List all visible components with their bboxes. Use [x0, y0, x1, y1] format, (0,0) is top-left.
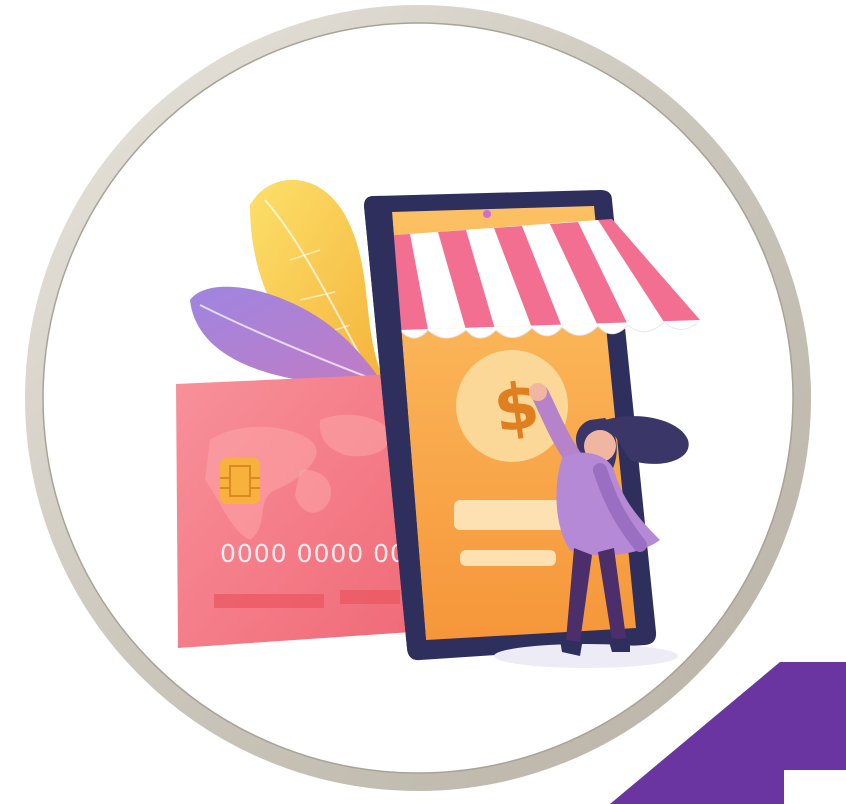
illustration-scene: 0000 0000 0000 $ — [25, 5, 846, 804]
screen-field-two — [460, 550, 556, 566]
ground-shadow — [494, 644, 678, 668]
credit-card-icon — [176, 374, 412, 648]
card-chip-icon — [220, 458, 260, 504]
card-stripe-left — [214, 594, 324, 608]
card-stripe-right — [340, 590, 400, 604]
corner-accent-notch — [784, 770, 846, 804]
